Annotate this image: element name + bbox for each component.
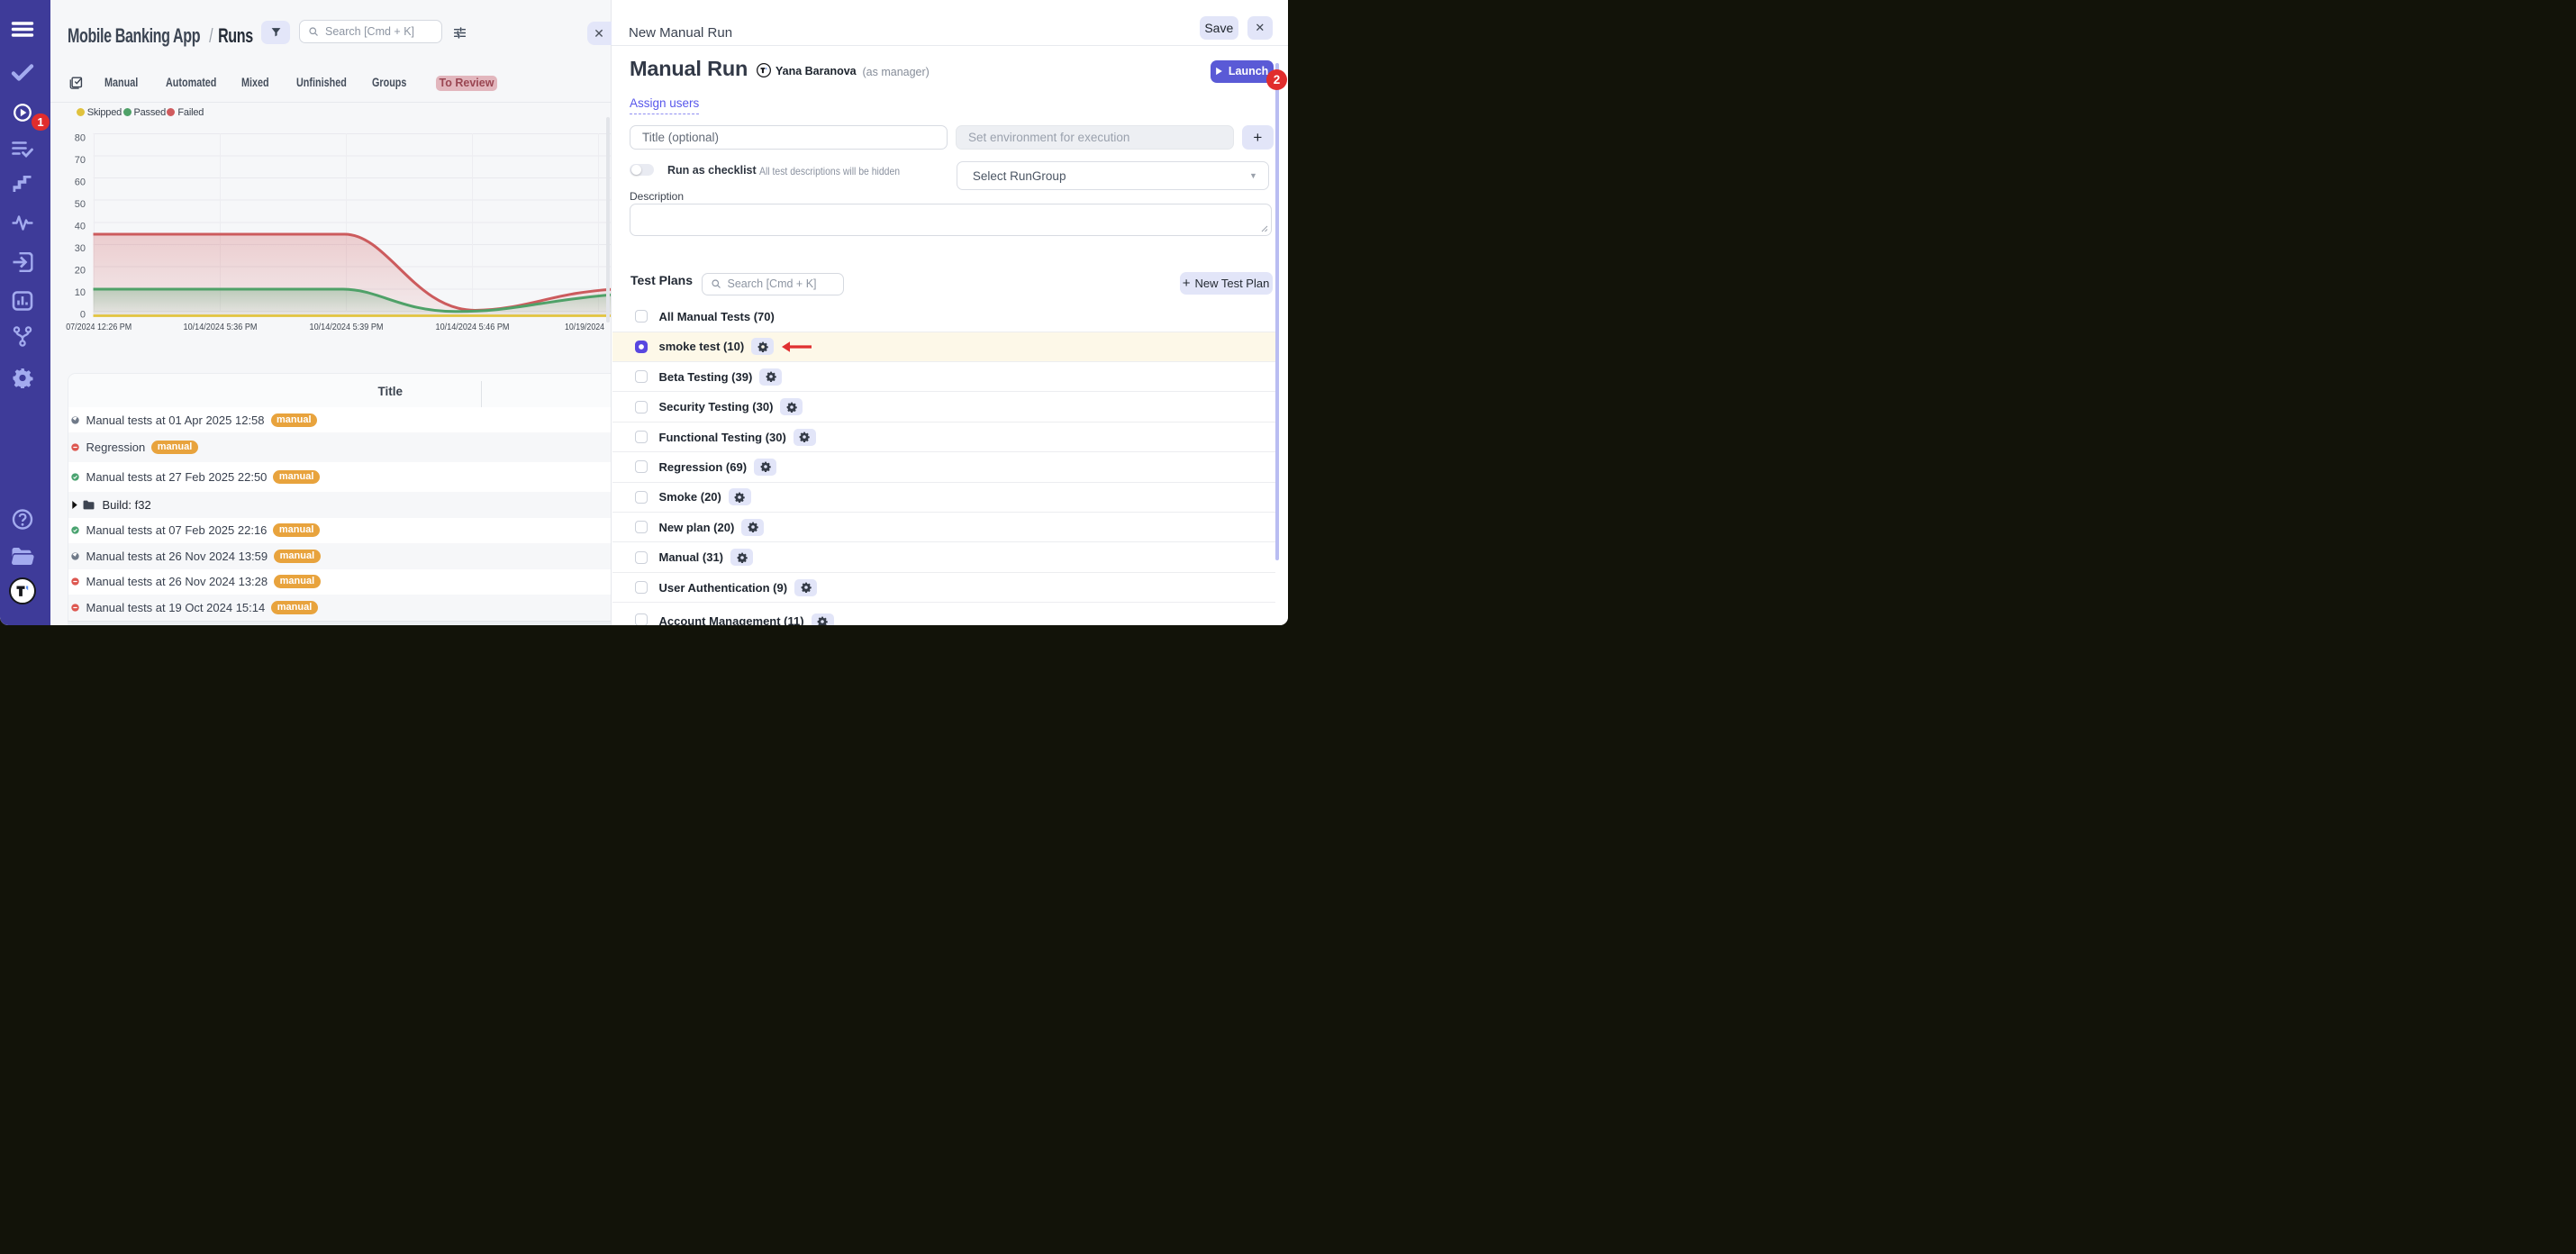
svg-text:40: 40 [74,222,85,232]
svg-text:10/14/2024 5:36 PM: 10/14/2024 5:36 PM [183,322,257,332]
svg-text:0: 0 [79,310,85,321]
svg-text:70: 70 [74,155,85,166]
svg-text:10/14/2024 5:39 PM: 10/14/2024 5:39 PM [309,322,383,332]
svg-text:10: 10 [74,287,85,298]
svg-text:10/14/2024 5:46 PM: 10/14/2024 5:46 PM [435,322,509,332]
svg-text:60: 60 [74,177,85,188]
svg-text:80: 80 [74,133,85,144]
svg-text:10/19/2024: 10/19/2024 [565,322,604,332]
svg-text:07/2024 12:26 PM: 07/2024 12:26 PM [66,322,132,332]
svg-text:30: 30 [74,243,85,254]
svg-text:20: 20 [74,266,85,277]
svg-text:50: 50 [74,199,85,210]
